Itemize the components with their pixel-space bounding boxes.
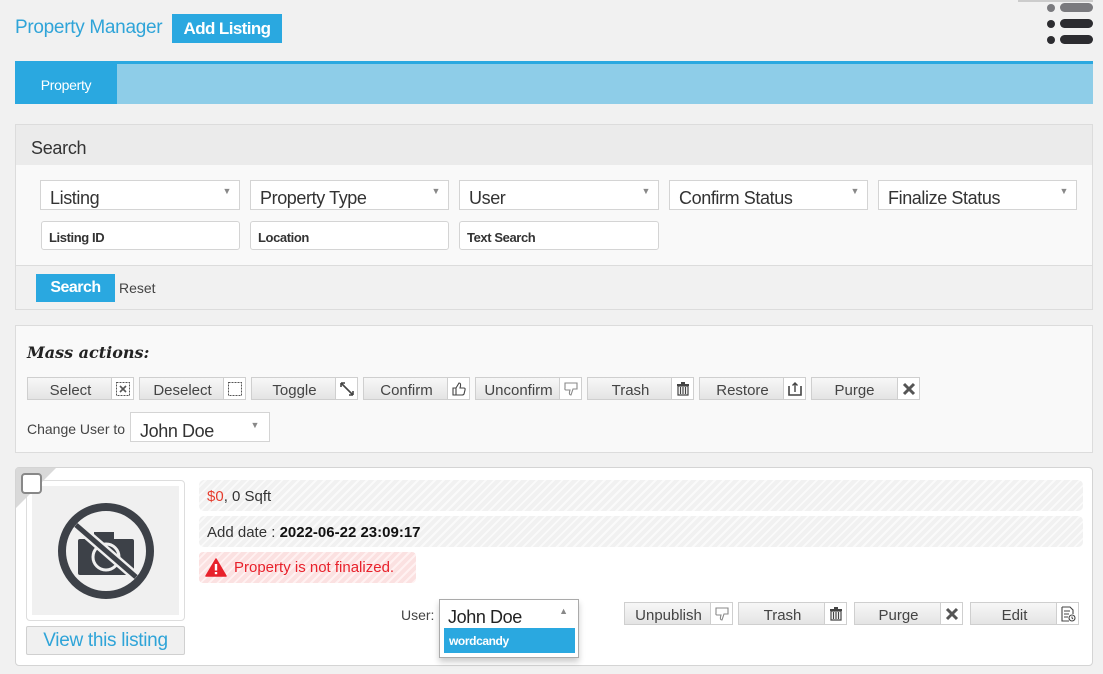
chevron-up-icon: ▲: [559, 606, 568, 616]
listing-card: View this listing $0, 0 Sqft Add date : …: [15, 467, 1093, 666]
listing-select[interactable]: Listing ▼: [40, 180, 240, 210]
deselect-button-label: Deselect: [153, 382, 212, 399]
confirm-status-select-value: Confirm Status: [679, 188, 793, 208]
user-label: User:: [401, 607, 435, 623]
unconfirm-button-label: Unconfirm: [484, 382, 553, 399]
warning-icon: [205, 558, 227, 577]
warning-text: Property is not finalized.: [234, 559, 395, 576]
trash-button[interactable]: Trash: [587, 377, 694, 400]
chevron-down-icon: ▼: [641, 186, 650, 196]
change-user-value: John Doe: [140, 421, 214, 441]
deselect-button[interactable]: Deselect: [139, 377, 246, 400]
user-dropdown-value[interactable]: John Doe: [440, 600, 578, 629]
property-type-select[interactable]: Property Type ▼: [250, 180, 449, 210]
user-select[interactable]: User ▼: [459, 180, 659, 210]
chevron-down-icon: ▼: [431, 186, 440, 196]
toggle-button-label: Toggle: [272, 382, 317, 399]
listing-checkbox[interactable]: [21, 473, 42, 494]
search-button[interactable]: Search: [36, 274, 115, 302]
user-option-wordcandy[interactable]: wordcandy: [444, 628, 575, 653]
add-date-row: Add date : 2022-06-22 23:09:17: [199, 516, 1083, 547]
tab-property[interactable]: Property: [15, 64, 117, 104]
unpublish-button[interactable]: Unpublish: [624, 602, 733, 625]
app-title: Property Manager: [15, 17, 163, 38]
mass-actions-title: Mass actions:: [27, 343, 150, 362]
trash-icon: [824, 603, 846, 624]
chevron-down-icon: ▼: [250, 420, 259, 430]
restore-button-label: Restore: [716, 382, 769, 399]
finalize-status-select-value: Finalize Status: [888, 188, 1001, 208]
listing-select-value: Listing: [50, 188, 100, 208]
chevron-down-icon: ▼: [222, 186, 231, 196]
mass-actions-panel: Mass actions: Select Deselect Toggle Con…: [15, 325, 1093, 453]
change-user-select[interactable]: John Doe ▼: [130, 412, 270, 442]
select-all-icon: [111, 378, 133, 399]
add-date-label: Add date :: [207, 524, 280, 541]
reset-button[interactable]: Reset: [119, 280, 156, 296]
close-icon: [940, 603, 962, 624]
listing-trash-button[interactable]: Trash: [738, 602, 847, 625]
no-photo-icon: [57, 502, 154, 599]
location-input[interactable]: Location: [250, 221, 449, 250]
purge-button[interactable]: Purge: [811, 377, 920, 400]
listing-trash-button-label: Trash: [763, 607, 802, 624]
tab-bar: Property: [15, 61, 1093, 104]
restore-icon: [783, 378, 805, 399]
trash-button-label: Trash: [611, 382, 650, 399]
toggle-button[interactable]: Toggle: [251, 377, 358, 400]
unconfirm-button[interactable]: Unconfirm: [475, 377, 582, 400]
listing-area: , 0 Sqft: [223, 488, 272, 505]
deselect-icon: [223, 378, 245, 399]
listing-purge-button[interactable]: Purge: [854, 602, 963, 625]
close-icon: [897, 378, 919, 399]
confirm-status-select[interactable]: Confirm Status ▼: [669, 180, 868, 210]
thumbs-up-icon: [447, 378, 469, 399]
restore-button[interactable]: Restore: [699, 377, 806, 400]
toggle-icon: [335, 378, 357, 399]
user-dropdown[interactable]: John Doe ▲ wordcandy: [439, 599, 579, 658]
finalize-status-select[interactable]: Finalize Status ▼: [878, 180, 1077, 210]
change-user-label: Change User to: [27, 421, 126, 437]
thumbs-down-icon: [710, 603, 732, 624]
listing-price: $0: [207, 488, 224, 505]
search-title: Search: [16, 125, 1092, 165]
listing-purge-button-label: Purge: [878, 607, 919, 624]
select-button[interactable]: Select: [27, 377, 134, 400]
chevron-down-icon: ▼: [1059, 186, 1068, 196]
list-menu-icon[interactable]: [1044, 2, 1094, 44]
add-date-value: 2022-06-22 23:09:17: [279, 524, 421, 541]
select-button-label: Select: [49, 382, 92, 399]
thumbs-down-icon: [559, 378, 581, 399]
not-finalized-warning: Property is not finalized.: [199, 552, 416, 583]
property-type-select-value: Property Type: [260, 188, 367, 208]
view-listing-button[interactable]: View this listing: [26, 626, 185, 655]
purge-button-label: Purge: [834, 382, 875, 399]
add-listing-button[interactable]: Add Listing: [172, 14, 282, 43]
edit-button-label: Edit: [1001, 607, 1028, 624]
edit-icon: [1056, 603, 1078, 624]
confirm-button[interactable]: Confirm: [363, 377, 470, 400]
price-area-row: $0, 0 Sqft: [199, 480, 1083, 511]
text-search-input[interactable]: Text Search: [459, 221, 659, 250]
search-panel: Search Listing ▼ Property Type ▼ User ▼ …: [15, 124, 1093, 310]
confirm-button-label: Confirm: [380, 382, 433, 399]
trash-icon: [671, 378, 693, 399]
unpublish-button-label: Unpublish: [635, 607, 702, 624]
edit-button[interactable]: Edit: [970, 602, 1079, 625]
search-footer: Search Reset: [16, 265, 1092, 309]
user-select-value: User: [469, 188, 506, 208]
chevron-down-icon: ▼: [850, 186, 859, 196]
listing-id-input[interactable]: Listing ID: [41, 221, 240, 250]
